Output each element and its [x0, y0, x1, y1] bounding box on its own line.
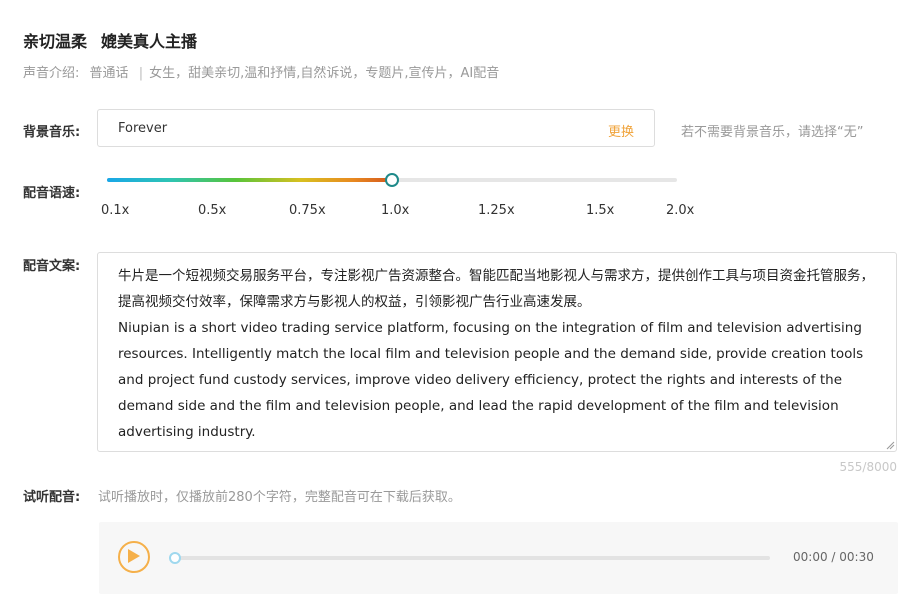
speed-tick[interactable]: 1.25x — [478, 203, 515, 218]
speed-slider-fill — [107, 178, 392, 182]
speed-slider[interactable] — [107, 173, 677, 187]
speed-tick[interactable]: 1.0x — [381, 203, 409, 218]
char-counter: 555/8000 — [839, 460, 898, 474]
script-textarea[interactable]: 牛片是一个短视频交易服务平台，专注影视广告资源整合。智能匹配当地影视人与需求方，… — [97, 252, 897, 452]
voice-intro: 声音介绍: 普通话 | 女生，甜美亲切,温和抒情,自然诉说，专题片,宣传片，AI配… — [23, 62, 499, 81]
audio-player: 00:00 / 00:30 — [99, 522, 898, 594]
speed-label: 配音语速: — [23, 186, 81, 201]
bgm-change-button[interactable]: 更换 — [608, 121, 634, 140]
speed-slider-handle[interactable] — [385, 173, 399, 187]
voice-intro-label: 声音介绍: — [23, 66, 80, 81]
bgm-value: Forever — [118, 121, 168, 136]
speed-tick[interactable]: 1.5x — [586, 203, 614, 218]
speed-tick[interactable]: 0.75x — [289, 203, 326, 218]
preview-label: 试听配音: — [23, 490, 81, 505]
speed-tick[interactable]: 2.0x — [666, 203, 694, 218]
script-label: 配音文案: — [23, 259, 81, 274]
play-icon — [128, 549, 140, 563]
voice-title: 亲切温柔 媲美真人主播 — [23, 28, 197, 52]
preview-hint: 试听播放时，仅播放前280个字符，完整配音可在下载后获取。 — [98, 490, 461, 505]
audio-time: 00:00 / 00:30 — [793, 550, 874, 564]
voice-intro-separator: | — [138, 66, 144, 81]
voice-name: 亲切温柔 — [23, 32, 88, 51]
resize-handle-icon[interactable] — [885, 440, 895, 450]
script-paragraph-cn: 牛片是一个短视频交易服务平台，专注影视广告资源整合。智能匹配当地影视人与需求方，… — [118, 268, 874, 310]
voice-tagline: 媲美真人主播 — [101, 32, 198, 51]
script-paragraph-en: Niupian is a short video trading service… — [118, 320, 864, 440]
bgm-field[interactable]: Forever 更换 — [97, 109, 655, 147]
play-button[interactable] — [118, 541, 150, 573]
speed-tick[interactable]: 0.1x — [101, 203, 129, 218]
bgm-hint: 若不需要背景音乐，请选择“无” — [681, 125, 864, 140]
speed-tick[interactable]: 0.5x — [198, 203, 226, 218]
audio-progress-bar[interactable] — [172, 556, 770, 560]
voice-description: 女生，甜美亲切,温和抒情,自然诉说，专题片,宣传片，AI配音 — [149, 66, 500, 81]
voice-language: 普通话 — [89, 66, 129, 81]
audio-progress-handle[interactable] — [169, 552, 181, 564]
bgm-label: 背景音乐: — [23, 125, 81, 140]
